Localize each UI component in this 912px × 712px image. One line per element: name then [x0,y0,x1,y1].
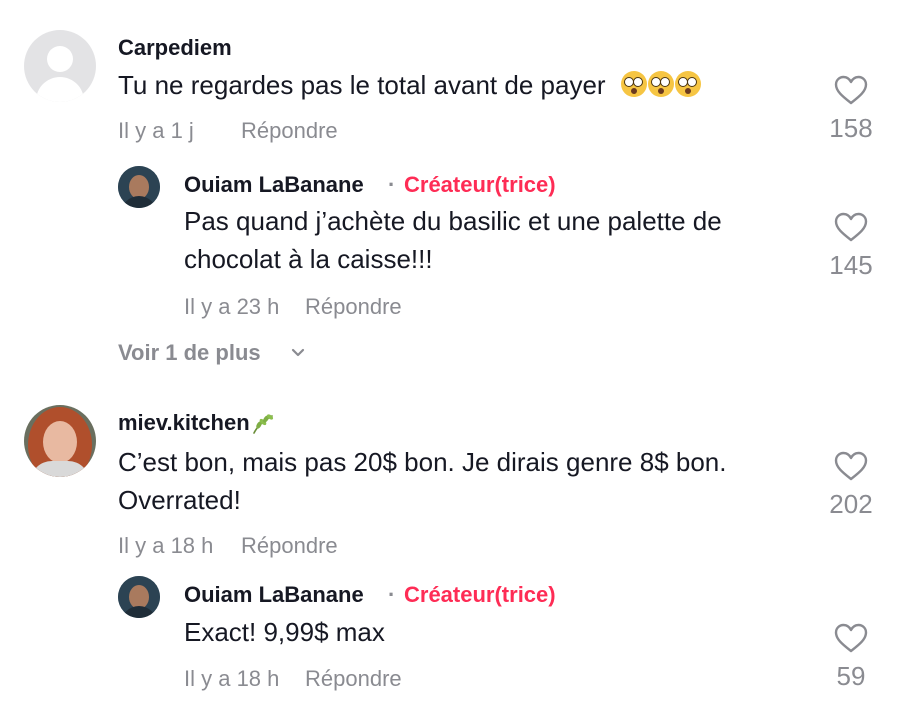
flushed-face-emoji-icon [674,71,701,97]
comment-timestamp: Il y a 1 j [118,118,194,143]
comment-username[interactable]: miev.kitchen [118,410,275,436]
flushed-face-emoji-icon [620,71,647,97]
comment-text: Tu ne regardes pas le total avant de pay… [118,66,808,104]
view-more-label[interactable]: Voir 1 de plus [118,340,261,366]
flushed-face-emoji-icon [647,71,674,97]
creator-badge: Créateur(trice) [404,582,556,607]
reply-button[interactable]: Répondre [305,666,402,692]
comment-text: C’est bon, mais pas 20$ bon. Je dirais g… [118,447,727,515]
reply-text: Pas quand j’achète du basilic et une pal… [184,206,722,274]
reply-timestamp: Il y a 23 h [184,294,280,319]
heart-outline-icon[interactable] [834,212,868,242]
creator-badge: Créateur(trice) [404,172,556,197]
heart-outline-icon[interactable] [834,451,868,481]
avatar-body-shape [36,77,84,102]
avatar[interactable] [24,405,96,477]
reply-button[interactable]: Répondre [241,533,338,559]
reply-text: Exact! 9,99$ max [184,617,385,647]
like-count: 145 [829,250,873,280]
herb-leaf-icon [252,414,273,434]
comment-timestamp: Il y a 18 h [118,533,214,558]
separator-dot: · [388,582,396,607]
separator-dot: · [388,172,396,197]
comment-text-body: Tu ne regardes pas le total avant de pay… [118,70,606,100]
chevron-down-icon[interactable] [290,347,306,359]
avatar-face-shape [43,421,77,463]
avatar[interactable] [118,576,160,618]
like-count: 158 [829,113,873,143]
heart-outline-icon[interactable] [834,75,868,105]
avatar[interactable] [24,30,96,102]
comment-username[interactable]: Carpediem [118,35,232,61]
avatar[interactable] [118,166,160,208]
reply-username[interactable]: Ouiam LaBanane [184,582,364,608]
reply-button[interactable]: Répondre [241,118,338,144]
reply-timestamp: Il y a 18 h [184,666,280,691]
reply-button[interactable]: Répondre [305,294,402,320]
reply-username[interactable]: Ouiam LaBanane [184,172,364,198]
avatar-head-shape [47,46,73,72]
comment-username-text: miev.kitchen [118,410,250,435]
like-count: 59 [836,661,866,691]
like-count: 202 [829,489,873,519]
heart-outline-icon[interactable] [834,623,868,653]
